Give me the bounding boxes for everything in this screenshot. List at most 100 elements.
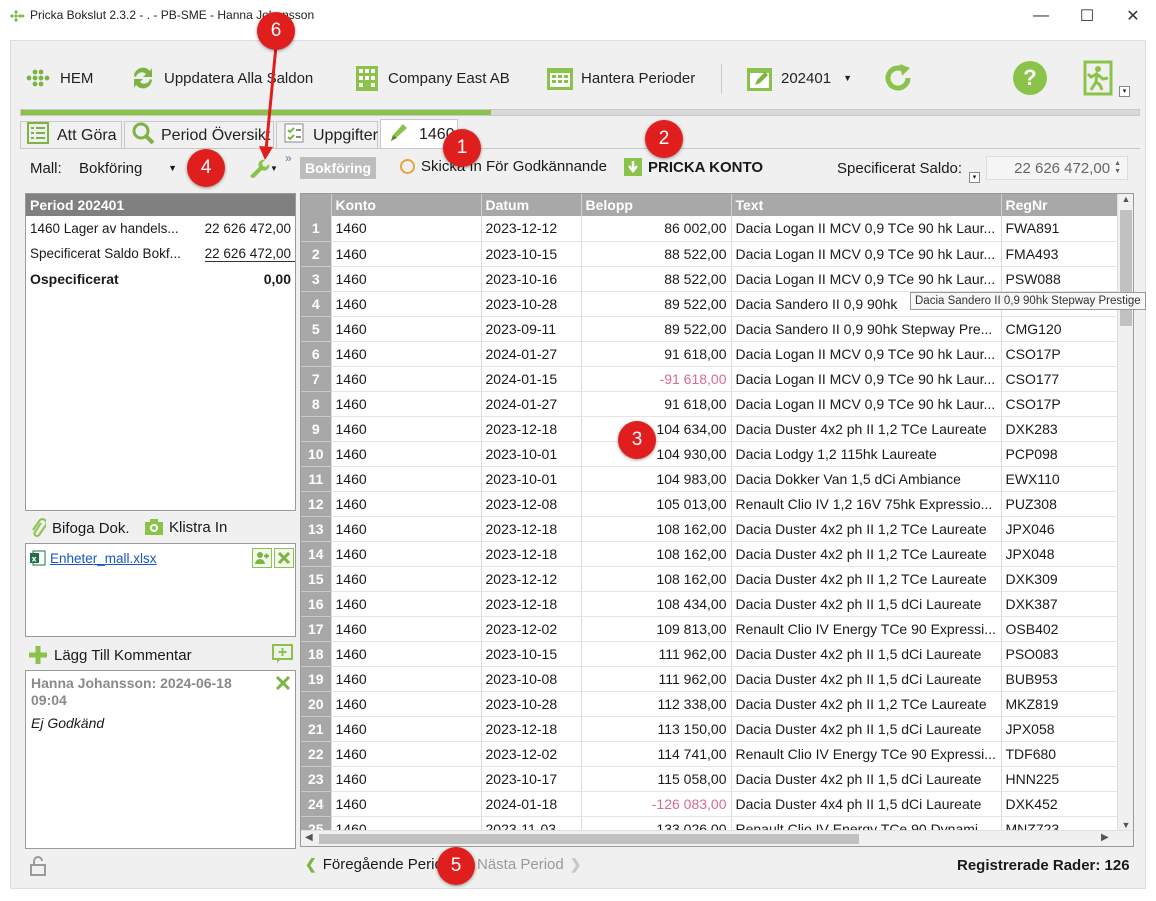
- table-row[interactable]: 6 1460 2024-01-27 91 618,00 Dacia Logan II M…: [301, 341, 1118, 367]
- tools-menu-button[interactable]: ▼: [248, 156, 280, 180]
- scroll-right-icon[interactable]: ▶: [1101, 832, 1109, 843]
- cell-text[interactable]: Dacia Lodgy 1,2 115hk Laureate: [731, 441, 1002, 467]
- cell-konto[interactable]: 1460: [331, 316, 482, 342]
- cell-datum[interactable]: 2023-12-18: [481, 591, 582, 617]
- row-number[interactable]: 8: [301, 391, 332, 417]
- row-number[interactable]: 3: [301, 266, 332, 292]
- delete-attachment-button[interactable]: [274, 548, 294, 568]
- vertical-scrollbar[interactable]: ▲ ▼: [1117, 194, 1133, 830]
- cell-konto[interactable]: 1460: [331, 691, 482, 717]
- cell-text[interactable]: Dacia Logan II MCV 0,9 TCe 90 hk Laur...: [731, 366, 1002, 392]
- cell-text[interactable]: Dacia Dokker Van 1,5 dCi Ambiance: [731, 466, 1002, 492]
- cell-datum[interactable]: 2023-12-08: [481, 491, 582, 517]
- cell-regnr[interactable]: JPX048: [1001, 541, 1118, 567]
- row-number[interactable]: 9: [301, 416, 332, 442]
- cell-konto[interactable]: 1460: [331, 466, 482, 492]
- row-number[interactable]: 20: [301, 691, 332, 717]
- row-number[interactable]: 12: [301, 491, 332, 517]
- cell-text[interactable]: Dacia Logan II MCV 0,9 TCe 90 hk Laur...: [731, 266, 1002, 292]
- table-row[interactable]: 22 1460 2023-12-02 114 741,00 Renault Clio I…: [301, 741, 1118, 767]
- cell-regnr[interactable]: CSO17P: [1001, 341, 1118, 367]
- cell-datum[interactable]: 2023-10-17: [481, 766, 582, 792]
- cell-regnr[interactable]: FWA891: [1001, 216, 1118, 242]
- cell-konto[interactable]: 1460: [331, 591, 482, 617]
- cell-text[interactable]: Dacia Duster 4x2 ph II 1,2 TCe Laureate: [731, 691, 1002, 717]
- row-number[interactable]: 16: [301, 591, 332, 617]
- cell-konto[interactable]: 1460: [331, 716, 482, 742]
- table-row[interactable]: 2 1460 2023-10-15 88 522,00 Dacia Logan II M…: [301, 241, 1118, 267]
- cell-regnr[interactable]: EWX110: [1001, 466, 1118, 492]
- cell-belopp[interactable]: -91 618,00: [581, 366, 732, 392]
- help-button[interactable]: ?: [1013, 58, 1053, 98]
- cell-belopp[interactable]: 88 522,00: [581, 241, 732, 267]
- table-row[interactable]: 10 1460 2023-10-01 104 930,00 Dacia Lodgy 1,…: [301, 441, 1118, 467]
- row-number[interactable]: 5: [301, 316, 332, 342]
- cell-konto[interactable]: 1460: [331, 366, 482, 392]
- table-row[interactable]: 18 1460 2023-10-15 111 962,00 Dacia Duster 4…: [301, 641, 1118, 667]
- column-header-belopp[interactable]: Belopp: [581, 194, 732, 216]
- close-window-button[interactable]: ✕: [1110, 0, 1156, 32]
- column-header-konto[interactable]: Konto: [331, 194, 482, 216]
- maximize-button[interactable]: ☐: [1064, 0, 1110, 32]
- row-number[interactable]: 18: [301, 641, 332, 667]
- cell-datum[interactable]: 2023-10-28: [481, 291, 582, 317]
- cell-text[interactable]: Dacia Duster 4x4 ph II 1,5 dCi Laureate: [731, 791, 1002, 817]
- cell-text[interactable]: Dacia Duster 4x2 ph II 1,2 TCe Laureate: [731, 416, 1002, 442]
- cell-konto[interactable]: 1460: [331, 741, 482, 767]
- scroll-left-icon[interactable]: ◀: [305, 832, 313, 843]
- tab-period-oversikt[interactable]: Period Översikt: [124, 121, 274, 149]
- attachment-link[interactable]: Enheter_mall.xlsx: [50, 551, 157, 566]
- new-comment-icon-button[interactable]: [272, 644, 294, 667]
- cell-konto[interactable]: 1460: [331, 641, 482, 667]
- cell-text[interactable]: Dacia Logan II MCV 0,9 TCe 90 hk Laur...: [731, 216, 1002, 242]
- company-button[interactable]: Company East AB: [352, 58, 510, 98]
- cell-text[interactable]: Renault Clio IV Energy TCe 90 Expressi..…: [731, 741, 1002, 767]
- cell-regnr[interactable]: TDF680: [1001, 741, 1118, 767]
- cell-regnr[interactable]: DXK452: [1001, 791, 1118, 817]
- table-row[interactable]: 19 1460 2023-10-08 111 962,00 Dacia Duster 4…: [301, 666, 1118, 692]
- submit-for-approval-button[interactable]: Skicka In För Godkännande: [400, 158, 607, 175]
- table-row[interactable]: 8 1460 2024-01-27 91 618,00 Dacia Logan II M…: [301, 391, 1118, 417]
- cell-konto[interactable]: 1460: [331, 541, 482, 567]
- cell-regnr[interactable]: CSO177: [1001, 366, 1118, 392]
- tab-uppgifter[interactable]: Uppgifter: [276, 121, 378, 149]
- cell-regnr[interactable]: JPX058: [1001, 716, 1118, 742]
- add-comment-button[interactable]: Lägg Till Kommentar: [28, 645, 192, 665]
- scroll-up-icon[interactable]: ▲: [1118, 194, 1133, 204]
- row-number[interactable]: 24: [301, 791, 332, 817]
- cell-belopp[interactable]: 88 522,00: [581, 266, 732, 292]
- table-row[interactable]: 15 1460 2023-12-12 108 162,00 Dacia Duster 4…: [301, 566, 1118, 592]
- cell-datum[interactable]: 2023-10-15: [481, 641, 582, 667]
- table-row[interactable]: 7 1460 2024-01-15 -91 618,00 Dacia Logan II …: [301, 366, 1118, 392]
- cell-belopp[interactable]: 108 162,00: [581, 566, 732, 592]
- column-header-text[interactable]: Text: [731, 194, 1002, 216]
- table-row[interactable]: 23 1460 2023-10-17 115 058,00 Dacia Duster 4…: [301, 766, 1118, 792]
- mall-select[interactable]: Bokföring ▼: [72, 156, 184, 180]
- cell-konto[interactable]: 1460: [331, 566, 482, 592]
- cell-datum[interactable]: 2023-12-02: [481, 616, 582, 642]
- cell-regnr[interactable]: CMG120: [1001, 316, 1118, 342]
- cell-regnr[interactable]: OSB402: [1001, 616, 1118, 642]
- cell-regnr[interactable]: FMA493: [1001, 241, 1118, 267]
- row-number[interactable]: 23: [301, 766, 332, 792]
- cell-datum[interactable]: 2024-01-27: [481, 341, 582, 367]
- period-selector[interactable]: 202401 ▼: [745, 58, 852, 98]
- cell-regnr[interactable]: MKZ819: [1001, 691, 1118, 717]
- cell-belopp[interactable]: 115 058,00: [581, 766, 732, 792]
- cell-text[interactable]: Dacia Duster 4x2 ph II 1,5 dCi Laureate: [731, 641, 1002, 667]
- cell-text[interactable]: Dacia Logan II MCV 0,9 TCe 90 hk Laur...: [731, 341, 1002, 367]
- cell-datum[interactable]: 2023-12-18: [481, 541, 582, 567]
- row-number[interactable]: 10: [301, 441, 332, 467]
- cell-datum[interactable]: 2024-01-18: [481, 791, 582, 817]
- cell-text[interactable]: Dacia Duster 4x2 ph II 1,5 dCi Laureate: [731, 591, 1002, 617]
- table-row[interactable]: 3 1460 2023-10-16 88 522,00 Dacia Logan II M…: [301, 266, 1118, 292]
- cell-regnr[interactable]: PUZ308: [1001, 491, 1118, 517]
- reload-button[interactable]: [880, 58, 922, 98]
- horizontal-scroll-thumb[interactable]: [319, 834, 859, 844]
- tab-att-gora[interactable]: Att Göra: [20, 121, 122, 149]
- cell-belopp[interactable]: 86 002,00: [581, 216, 732, 242]
- row-number[interactable]: 19: [301, 666, 332, 692]
- cell-datum[interactable]: 2023-12-02: [481, 741, 582, 767]
- cell-text[interactable]: Dacia Sandero II 0,9 90hk Stepway Pre...: [731, 316, 1002, 342]
- cell-datum[interactable]: 2024-01-15: [481, 366, 582, 392]
